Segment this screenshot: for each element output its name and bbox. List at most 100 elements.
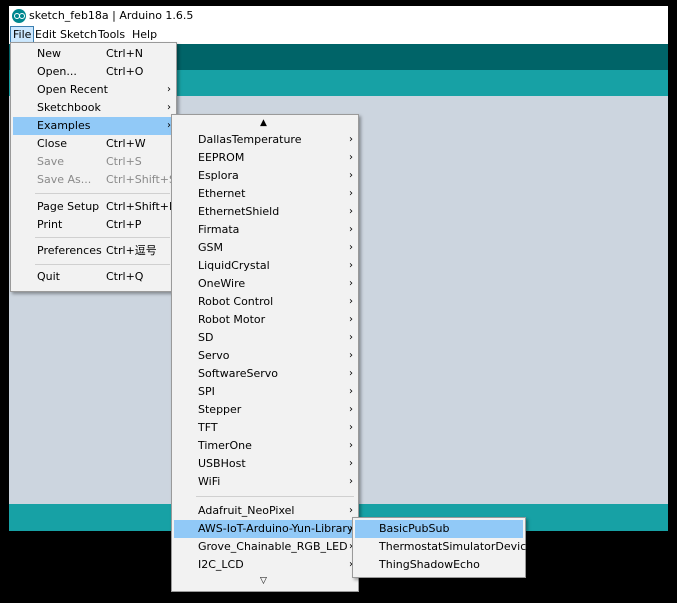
window-title: sketch_feb18a | Arduino 1.6.5 bbox=[29, 9, 194, 22]
menu-item-label: TimerOne bbox=[198, 439, 252, 452]
chevron-right-icon: › bbox=[349, 296, 353, 307]
menu-item-label: SD bbox=[198, 331, 214, 344]
examples-item-esplora[interactable]: Esplora › bbox=[174, 167, 356, 185]
menu-item-label: Open Recent bbox=[37, 83, 108, 96]
examples-item-gsm[interactable]: GSM › bbox=[174, 239, 356, 257]
menu-tools[interactable]: Tools bbox=[96, 27, 127, 42]
examples-item-wifi[interactable]: WiFi › bbox=[174, 473, 356, 491]
menu-item-label: LiquidCrystal bbox=[198, 259, 270, 272]
menu-item-shortcut: Ctrl+P bbox=[106, 218, 142, 231]
chevron-right-icon: › bbox=[349, 260, 353, 271]
aws-item-thingshadowecho[interactable]: ThingShadowEcho bbox=[355, 556, 523, 574]
menu-separator bbox=[35, 237, 170, 238]
menu-item-label: Sketchbook bbox=[37, 101, 101, 114]
menu-item-label: I2C_LCD bbox=[198, 558, 244, 571]
menu-item-examples[interactable]: Examples › bbox=[13, 117, 174, 135]
examples-menu: ▲ DallasTemperature › EEPROM › Esplora ›… bbox=[171, 114, 359, 592]
examples-item-aws-iot-arduino-yun-library[interactable]: AWS-IoT-Arduino-Yun-Library › bbox=[174, 520, 356, 538]
menu-file[interactable]: File bbox=[10, 26, 35, 43]
menu-help[interactable]: Help bbox=[130, 27, 159, 42]
title-bar: sketch_feb18a | Arduino 1.6.5 bbox=[9, 6, 668, 26]
menu-item-label: GSM bbox=[198, 241, 223, 254]
examples-item-spi[interactable]: SPI › bbox=[174, 383, 356, 401]
examples-item-tft[interactable]: TFT › bbox=[174, 419, 356, 437]
examples-item-i2c-lcd[interactable]: I2C_LCD › bbox=[174, 556, 356, 574]
menu-item-label: Preferences bbox=[37, 244, 102, 257]
chevron-right-icon: › bbox=[349, 278, 353, 289]
examples-item-robot-motor[interactable]: Robot Motor › bbox=[174, 311, 356, 329]
menu-item-label: Ethernet bbox=[198, 187, 246, 200]
examples-item-grove-chainable-rgb-led[interactable]: Grove_Chainable_RGB_LED › bbox=[174, 538, 356, 556]
file-menu: New Ctrl+N Open... Ctrl+O Open Recent › … bbox=[10, 42, 177, 292]
menu-item-open-recent[interactable]: Open Recent › bbox=[13, 81, 174, 99]
examples-item-robot-control[interactable]: Robot Control › bbox=[174, 293, 356, 311]
examples-item-usbhost[interactable]: USBHost › bbox=[174, 455, 356, 473]
examples-item-timerone[interactable]: TimerOne › bbox=[174, 437, 356, 455]
chevron-right-icon: › bbox=[349, 386, 353, 397]
menu-item-print[interactable]: Print Ctrl+P bbox=[13, 216, 174, 234]
aws-item-basicpubsub[interactable]: BasicPubSub bbox=[355, 520, 523, 538]
examples-item-eeprom[interactable]: EEPROM › bbox=[174, 149, 356, 167]
menu-item-label: SoftwareServo bbox=[198, 367, 279, 380]
menu-item-label: DallasTemperature bbox=[198, 133, 302, 146]
menu-separator bbox=[35, 264, 170, 265]
menu-sketch[interactable]: Sketch bbox=[58, 27, 99, 42]
menu-item-shortcut: Ctrl+Shift+S bbox=[106, 173, 176, 186]
menu-item-close[interactable]: Close Ctrl+W bbox=[13, 135, 174, 153]
chevron-right-icon: › bbox=[349, 170, 353, 181]
scroll-up-arrow-icon[interactable]: ▲ bbox=[260, 118, 267, 128]
scroll-down-arrow-icon[interactable]: ▽ bbox=[260, 576, 267, 586]
menu-item-label: Quit bbox=[37, 270, 60, 283]
menu-item-label: New bbox=[37, 47, 61, 60]
menu-item-save: Save Ctrl+S bbox=[13, 153, 174, 171]
menu-item-open[interactable]: Open... Ctrl+O bbox=[13, 63, 174, 81]
menu-item-shortcut: Ctrl+S bbox=[106, 155, 142, 168]
menu-item-label: BasicPubSub bbox=[379, 522, 450, 535]
chevron-right-icon: › bbox=[349, 476, 353, 487]
aws-examples-submenu: BasicPubSub ThermostatSimulatorDevice Th… bbox=[352, 517, 533, 578]
chevron-right-icon: › bbox=[349, 350, 353, 361]
examples-item-stepper[interactable]: Stepper › bbox=[174, 401, 356, 419]
aws-item-thermostatsimulatordevice[interactable]: ThermostatSimulatorDevice bbox=[355, 538, 533, 556]
menu-item-label: OneWire bbox=[198, 277, 246, 290]
menu-bar: File Edit Sketch Tools Help bbox=[9, 26, 668, 43]
menu-item-label: Grove_Chainable_RGB_LED bbox=[198, 540, 348, 553]
menu-item-label: Save As... bbox=[37, 173, 92, 186]
menu-item-shortcut: Ctrl+N bbox=[106, 47, 144, 60]
menu-item-label: Examples bbox=[37, 119, 91, 132]
menu-item-sketchbook[interactable]: Sketchbook › bbox=[13, 99, 174, 117]
examples-item-softwareservo[interactable]: SoftwareServo › bbox=[174, 365, 356, 383]
menu-item-label: ThermostatSimulatorDevice bbox=[379, 540, 534, 553]
examples-item-firmata[interactable]: Firmata › bbox=[174, 221, 356, 239]
examples-item-sd[interactable]: SD › bbox=[174, 329, 356, 347]
menu-item-preferences[interactable]: Preferences Ctrl+逗号 bbox=[13, 242, 174, 260]
chevron-right-icon: › bbox=[349, 224, 353, 235]
menu-edit[interactable]: Edit bbox=[33, 27, 58, 42]
menu-item-label: Close bbox=[37, 137, 67, 150]
examples-item-liquidcrystal[interactable]: LiquidCrystal › bbox=[174, 257, 356, 275]
menu-item-label: Robot Control bbox=[198, 295, 274, 308]
chevron-right-icon: › bbox=[349, 314, 353, 325]
examples-item-adafruit-neopixel[interactable]: Adafruit_NeoPixel › bbox=[174, 502, 356, 520]
chevron-right-icon: › bbox=[349, 242, 353, 253]
menu-item-quit[interactable]: Quit Ctrl+Q bbox=[13, 268, 174, 286]
chevron-right-icon: › bbox=[349, 152, 353, 163]
menu-item-label: EthernetShield bbox=[198, 205, 280, 218]
menu-item-label: Servo bbox=[198, 349, 230, 362]
menu-item-label: ThingShadowEcho bbox=[379, 558, 480, 571]
chevron-right-icon: › bbox=[167, 84, 171, 95]
menu-item-label: TFT bbox=[198, 421, 218, 434]
menu-item-label: WiFi bbox=[198, 475, 221, 488]
examples-item-dallastemperature[interactable]: DallasTemperature › bbox=[174, 131, 356, 149]
chevron-right-icon: › bbox=[349, 404, 353, 415]
examples-item-ethernet[interactable]: Ethernet › bbox=[174, 185, 356, 203]
menu-item-new[interactable]: New Ctrl+N bbox=[13, 45, 174, 63]
menu-item-label: Firmata bbox=[198, 223, 240, 236]
menu-item-label: SPI bbox=[198, 385, 215, 398]
examples-item-onewire[interactable]: OneWire › bbox=[174, 275, 356, 293]
examples-item-servo[interactable]: Servo › bbox=[174, 347, 356, 365]
examples-item-ethernetshield[interactable]: EthernetShield › bbox=[174, 203, 356, 221]
menu-item-label: EEPROM bbox=[198, 151, 245, 164]
menu-item-page-setup[interactable]: Page Setup Ctrl+Shift+P bbox=[13, 198, 176, 216]
menu-item-shortcut: Ctrl+Q bbox=[106, 270, 144, 283]
